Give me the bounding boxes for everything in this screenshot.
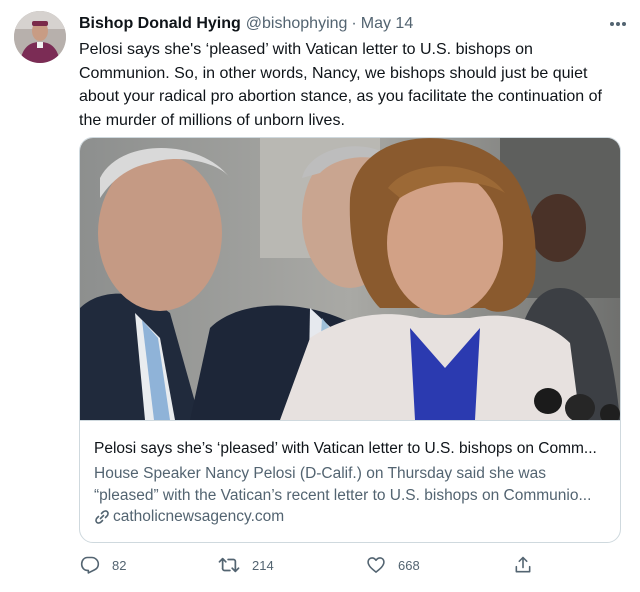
action-bar: 82 214 668: [76, 555, 546, 581]
reply-button[interactable]: 82: [80, 555, 126, 575]
more-options-icon[interactable]: [604, 10, 632, 38]
card-description: House Speaker Nancy Pelosi (D-Calif.) on…: [94, 463, 606, 506]
retweet-count: 214: [252, 557, 274, 573]
card-domain[interactable]: catholicnewsagency.com: [94, 507, 606, 527]
link-icon: [95, 510, 109, 524]
tweet-text: Pelosi says she's ‘pleased’ with Vatican…: [79, 41, 602, 129]
avatar[interactable]: [14, 11, 66, 63]
card-description-line: House Speaker Nancy Pelosi (D-Calif.) on…: [94, 465, 546, 482]
tweet-date[interactable]: May 14: [361, 15, 413, 33]
author-handle[interactable]: @bishophying: [246, 15, 348, 33]
card-image[interactable]: [80, 138, 620, 420]
card-domain-text[interactable]: catholicnewsagency.com: [113, 507, 284, 527]
like-button[interactable]: 668: [366, 555, 420, 575]
tweet-header: Bishop Donald Hying @bishophying · May 1…: [79, 13, 626, 35]
card-title[interactable]: Pelosi says she’s ‘pleased’ with Vatican…: [94, 439, 606, 459]
retweet-icon: [218, 557, 240, 573]
card-description-line: “pleased” with the Vatican’s recent lett…: [94, 486, 592, 504]
retweet-button[interactable]: 214: [218, 555, 274, 575]
share-icon: [515, 556, 531, 573]
link-card[interactable]: Pelosi says she’s ‘pleased’ with Vatican…: [79, 137, 621, 543]
heart-icon: [367, 557, 385, 573]
card-meta[interactable]: Pelosi says she’s ‘pleased’ with Vatican…: [80, 420, 620, 542]
reply-icon: [80, 556, 100, 574]
separator-dot: ·: [351, 15, 357, 32]
reply-count: 82: [112, 557, 127, 573]
share-button[interactable]: [513, 555, 545, 575]
author-name[interactable]: Bishop Donald Hying: [79, 15, 241, 33]
tweet[interactable]: Bishop Donald Hying @bishophying · May 1…: [0, 0, 640, 592]
avatar-photo: [14, 11, 66, 63]
like-count: 668: [398, 557, 420, 573]
